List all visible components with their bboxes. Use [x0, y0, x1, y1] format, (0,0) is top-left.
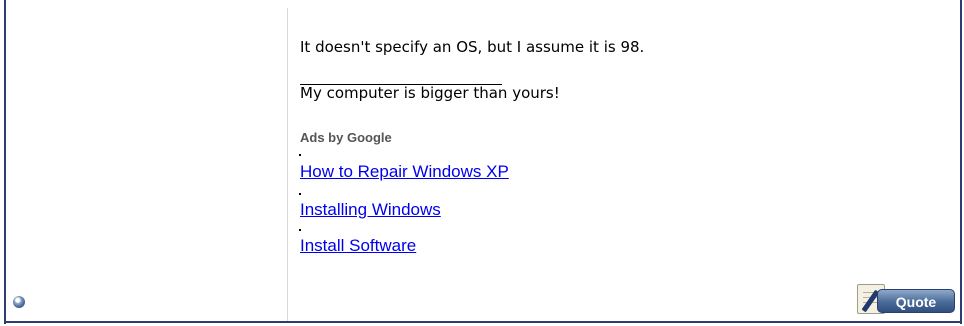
quote-button[interactable]: Quote [855, 284, 957, 314]
ad-marker-dot [299, 229, 301, 231]
post-frame: It doesn't specify an OS, but I assume i… [0, 0, 964, 326]
signature-text: My computer is bigger than yours! [300, 84, 560, 102]
column-divider [287, 8, 288, 321]
ad-marker-dot [299, 193, 301, 195]
frame-bottom-border [4, 321, 962, 323]
offline-status-icon [13, 296, 25, 308]
ads-label: Ads by Google [300, 130, 392, 145]
ad-link-install-software[interactable]: Install Software [300, 236, 416, 256]
ad-link-installing-windows[interactable]: Installing Windows [300, 200, 441, 220]
quote-button-label: Quote [877, 289, 955, 313]
frame-left-border [4, 0, 6, 324]
ad-link-repair-windows-xp[interactable]: How to Repair Windows XP [300, 162, 509, 182]
post-body-text: It doesn't specify an OS, but I assume i… [300, 38, 645, 56]
frame-right-border [960, 0, 962, 324]
ad-marker-dot [299, 154, 301, 156]
